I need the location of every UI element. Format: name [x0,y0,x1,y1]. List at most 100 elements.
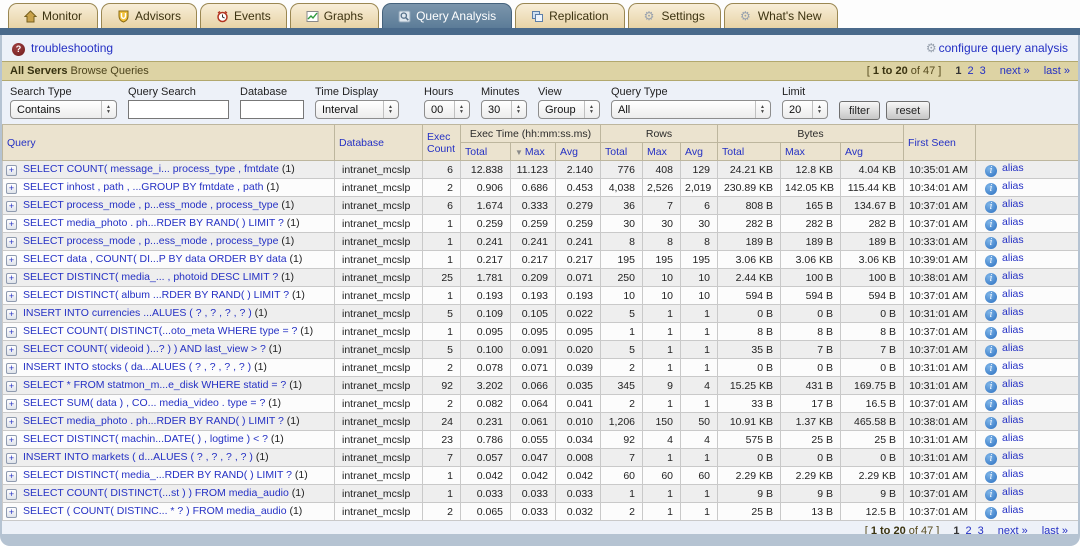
tab-replication[interactable]: Replication [515,3,624,28]
alias-link[interactable]: alias [1002,486,1024,498]
column-header-exec-avg[interactable]: Avg [556,143,601,161]
page-number-link[interactable]: 2 [967,65,973,77]
query-link[interactable]: SELECT process_mode , p...ess_mode , pro… [23,235,278,247]
alias-link[interactable]: alias [1002,270,1024,282]
next-page-link[interactable]: next » [998,525,1028,535]
expand-icon[interactable]: + [6,471,17,482]
expand-icon[interactable]: + [6,183,17,194]
expand-icon[interactable]: + [6,507,17,518]
column-header-rows-max[interactable]: Max [643,143,681,161]
alias-link[interactable]: alias [1002,180,1024,192]
query-link[interactable]: SELECT DISTINCT( media_... , photoid DES… [23,271,278,283]
limit-select[interactable]: 20▲▼ [782,100,828,119]
hours-select[interactable]: 00▲▼ [424,100,470,119]
expand-icon[interactable]: + [6,255,17,266]
column-header-bytes-avg[interactable]: Avg [841,143,904,161]
last-page-link[interactable]: last » [1044,65,1070,77]
last-page-link[interactable]: last » [1042,525,1068,535]
filter-button[interactable]: filter [839,101,880,120]
alias-link[interactable]: alias [1002,432,1024,444]
expand-icon[interactable]: + [6,381,17,392]
expand-icon[interactable]: + [6,453,17,464]
alias-link[interactable]: alias [1002,468,1024,480]
tab-whats-new[interactable]: ⚙What's New [724,3,838,28]
alias-link[interactable]: alias [1002,324,1024,336]
alias-link[interactable]: alias [1002,378,1024,390]
query-link[interactable]: SELECT COUNT( message_i... process_type … [23,163,279,175]
query-link[interactable]: SELECT COUNT( videoid )...? ) ) AND last… [23,343,266,355]
expand-icon[interactable]: + [6,201,17,212]
next-page-link[interactable]: next » [1000,65,1030,77]
query-link[interactable]: SELECT DISTINCT( media_...RDER BY RAND( … [23,469,292,481]
tab-graphs[interactable]: Graphs [290,3,379,28]
minutes-select[interactable]: 30▲▼ [481,100,527,119]
expand-icon[interactable]: + [6,327,17,338]
tab-query-analysis[interactable]: Query Analysis [382,3,512,28]
column-header-exec-max[interactable]: ▼Max [511,143,556,161]
alias-link[interactable]: alias [1002,288,1024,300]
view-select[interactable]: Group▲▼ [538,100,600,119]
alias-link[interactable]: alias [1002,234,1024,246]
query-type-select[interactable]: All▲▼ [611,100,771,119]
query-link[interactable]: SELECT media_photo . ph...RDER BY RAND( … [23,415,284,427]
query-link[interactable]: SELECT COUNT( DISTINCT(...oto_meta WHERE… [23,325,297,337]
expand-icon[interactable]: + [6,309,17,320]
expand-icon[interactable]: + [6,417,17,428]
query-search-input[interactable] [128,100,229,119]
column-header-first-seen[interactable]: First Seen [904,125,976,161]
page-number-link[interactable]: 2 [965,525,971,535]
alias-link[interactable]: alias [1002,162,1024,174]
query-link[interactable]: SELECT DISTINCT( machin...DATE( ) , logt… [23,433,268,445]
column-header-database[interactable]: Database [335,125,423,161]
alias-link[interactable]: alias [1002,216,1024,228]
expand-icon[interactable]: + [6,273,17,284]
database-input[interactable] [240,100,304,119]
query-link[interactable]: SELECT inhost , path , ...GROUP BY fmtda… [23,181,263,193]
column-header-bytes-total[interactable]: Total [718,143,781,161]
alias-link[interactable]: alias [1002,306,1024,318]
tab-settings[interactable]: ⚙Settings [628,3,721,28]
query-link[interactable]: SELECT DISTINCT( album ...RDER BY RAND( … [23,289,289,301]
column-header-exec-total[interactable]: Total [461,143,511,161]
alias-link[interactable]: alias [1002,360,1024,372]
configure-query-analysis-link[interactable]: configure query analysis [939,41,1068,55]
query-link[interactable]: SELECT media_photo . ph...RDER BY RAND( … [23,217,284,229]
query-link[interactable]: SELECT data , COUNT( DI...P BY data ORDE… [23,253,287,265]
expand-icon[interactable]: + [6,345,17,356]
query-link[interactable]: SELECT ( COUNT( DISTINC... * ? ) FROM me… [23,505,287,517]
alias-link[interactable]: alias [1002,252,1024,264]
query-link[interactable]: INSERT INTO markets ( d...ALUES ( ? , ? … [23,451,253,463]
tab-advisors[interactable]: Advisors [101,3,197,28]
expand-icon[interactable]: + [6,291,17,302]
tab-monitor[interactable]: Monitor [8,3,98,28]
reset-button[interactable]: reset [886,101,930,120]
expand-icon[interactable]: + [6,399,17,410]
query-link[interactable]: SELECT * FROM statmon_m...e_disk WHERE s… [23,379,286,391]
expand-icon[interactable]: + [6,489,17,500]
column-header-query[interactable]: Query [3,125,335,161]
expand-icon[interactable]: + [6,165,17,176]
alias-link[interactable]: alias [1002,450,1024,462]
search-type-select[interactable]: Contains▲▼ [10,100,117,119]
column-header-bytes-max[interactable]: Max [781,143,841,161]
column-header-rows-total[interactable]: Total [601,143,643,161]
alias-link[interactable]: alias [1002,396,1024,408]
tab-events[interactable]: Events [200,3,287,28]
time-display-select[interactable]: Interval▲▼ [315,100,399,119]
expand-icon[interactable]: + [6,219,17,230]
expand-icon[interactable]: + [6,237,17,248]
query-link[interactable]: INSERT INTO currencies ...ALUES ( ? , ? … [23,307,252,319]
column-header-exec-count[interactable]: Exec Count [423,125,461,161]
page-number-link[interactable]: 3 [980,65,986,77]
expand-icon[interactable]: + [6,363,17,374]
query-link[interactable]: INSERT INTO stocks ( da...ALUES ( ? , ? … [23,361,251,373]
query-link[interactable]: SELECT process_mode , p...ess_mode , pro… [23,199,278,211]
expand-icon[interactable]: + [6,435,17,446]
alias-link[interactable]: alias [1002,198,1024,210]
alias-link[interactable]: alias [1002,342,1024,354]
alias-link[interactable]: alias [1002,414,1024,426]
troubleshooting-link[interactable]: troubleshooting [31,41,113,55]
query-link[interactable]: SELECT COUNT( DISTINCT(...st ) ) FROM me… [23,487,289,499]
page-number-link[interactable]: 3 [978,525,984,535]
alias-link[interactable]: alias [1002,504,1024,516]
